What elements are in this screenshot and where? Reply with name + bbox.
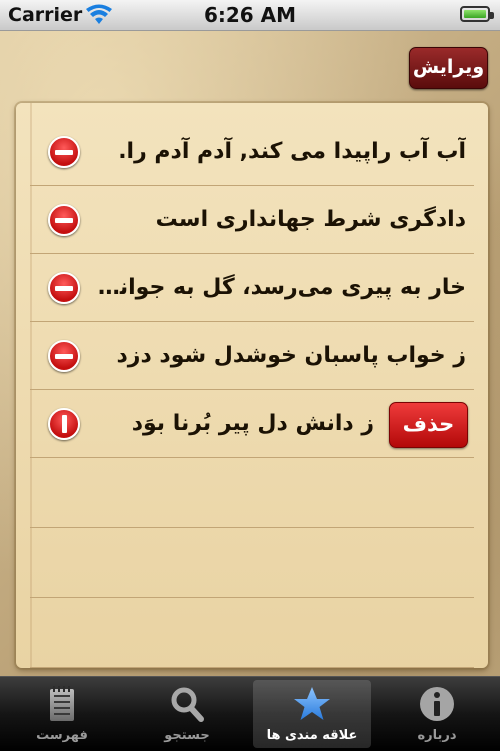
battery-icon [460,6,490,22]
delete-control-icon[interactable] [48,408,80,440]
empty-row [30,598,474,668]
delete-button[interactable]: حذف [389,402,468,448]
battery-tip [490,12,494,19]
empty-row [30,458,474,528]
status-bar: Carrier 6:26 AM [0,0,500,31]
favorite-text: ز دانش دل پیر بُرنا بوَد [131,411,374,436]
list-item[interactable]: ز خواب پاسبان خوشدل شود دزد [30,322,474,390]
delete-control-icon[interactable] [48,204,80,236]
favorite-text: آب آب راپیدا می کند, آدم آدم را. [118,139,466,164]
edit-button[interactable]: ویرایش [409,47,488,89]
search-icon [171,687,204,722]
list-item[interactable]: دادگری شرط جهانداری است [30,186,474,254]
delete-control-icon[interactable] [48,340,80,372]
tab-label: درباره [417,728,457,743]
list-item[interactable]: آب آب راپیدا می کند, آدم آدم را. [30,118,474,186]
tab-label: علاقه مندی ها [266,728,358,743]
tab-favorites[interactable]: علاقه مندی ها [253,680,371,748]
list-icon [50,686,74,721]
tab-search[interactable]: جستجو [128,680,246,748]
tab-about[interactable]: درباره [378,680,496,748]
list-item[interactable]: خار به پیری می‌رسد، گل به جوانی م... [30,254,474,322]
star-icon [294,687,330,720]
favorites-list: آب آب راپیدا می کند, آدم آدم را. دادگری … [16,103,488,668]
clock: 6:26 AM [203,3,297,27]
list-item[interactable]: حذف ز دانش دل پیر بُرنا بوَد [30,390,474,458]
delete-control-icon[interactable] [48,272,80,304]
tab-list[interactable]: فهرست [3,680,121,748]
delete-control-icon[interactable] [48,136,80,168]
tab-bar: فهرست جستجو علاقه مندی ها درباره [0,676,500,751]
favorite-text: ز خواب پاسبان خوشدل شود دزد [116,343,466,368]
tab-label: فهرست [36,728,88,743]
tab-label: جستجو [164,728,210,743]
info-icon [420,687,454,721]
favorite-text: خار به پیری می‌رسد، گل به جوانی م... [86,275,466,300]
empty-row [30,528,474,598]
favorite-text: دادگری شرط جهانداری است [155,207,466,232]
